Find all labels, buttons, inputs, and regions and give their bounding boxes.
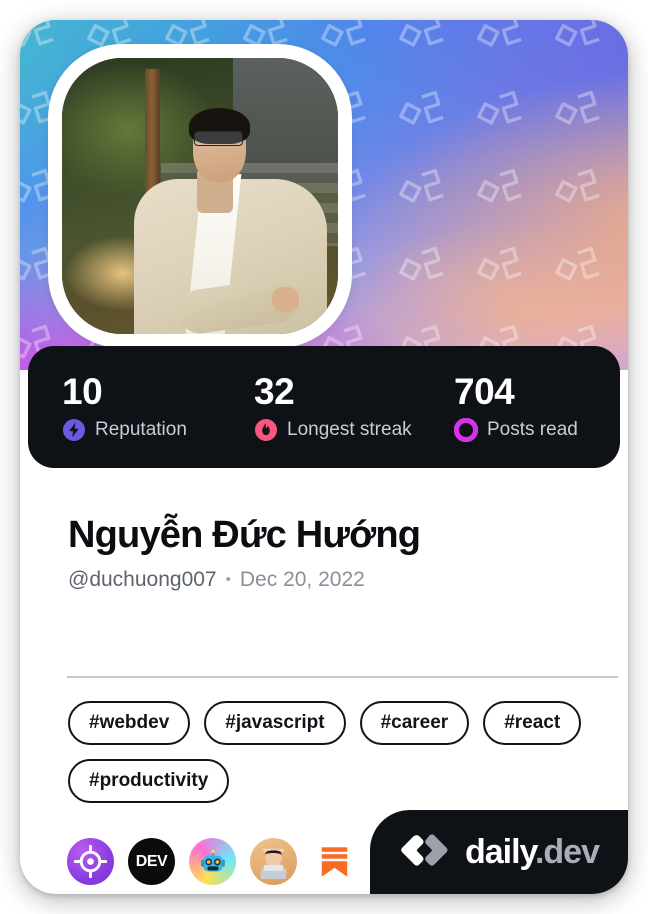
tag-react[interactable]: #react: [483, 701, 582, 745]
badge-dev-label: DEV: [135, 852, 168, 870]
devcard: 10 Reputation 32 Longest streak 704 Post…: [20, 20, 628, 894]
stat-posts-read: 704 Posts read: [454, 373, 578, 442]
badge-target-icon[interactable]: [67, 838, 114, 885]
divider: [67, 676, 618, 678]
daily-dev-chevron-icon: [401, 834, 448, 866]
stat-reputation-label: Reputation: [95, 419, 187, 440]
badge-robot-icon[interactable]: [189, 838, 236, 885]
profile-join-date: Dec 20, 2022: [239, 567, 365, 591]
tag-productivity[interactable]: #productivity: [68, 759, 230, 803]
stat-posts-read-label-row: Posts read: [454, 417, 578, 442]
tag-javascript[interactable]: #javascript: [204, 701, 346, 745]
stat-posts-read-label: Posts read: [487, 419, 578, 440]
svg-text:@duchuong: @duchuong: [263, 847, 284, 852]
cover-banner: [20, 20, 628, 370]
stat-longest-streak-label: Longest streak: [287, 419, 412, 440]
meta-separator: •: [225, 571, 231, 589]
stat-reputation-value: 10: [62, 370, 103, 412]
daily-dev-logo: daily.dev: [370, 810, 628, 894]
stat-longest-streak-label-row: Longest streak: [254, 418, 454, 442]
tag-career[interactable]: #career: [359, 701, 470, 745]
tag-list: #webdev #javascript #career #react #prod…: [68, 701, 613, 803]
stats-bar: 10 Reputation 32 Longest streak 704 Post…: [28, 346, 620, 468]
avatar: [48, 44, 352, 348]
stat-longest-streak-value: 32: [254, 370, 295, 412]
identity-block: Nguyễn Đức Hướng @duchuong007 • Dec 20, …: [68, 514, 588, 592]
daily-dev-wordmark: daily.dev: [464, 833, 600, 871]
stat-reputation-label-row: Reputation: [62, 418, 254, 442]
avatar-image: [62, 58, 338, 334]
tag-webdev[interactable]: #webdev: [68, 701, 191, 745]
profile-handle: @duchuong007: [68, 567, 217, 591]
profile-meta: @duchuong007 • Dec 20, 2022: [68, 568, 588, 592]
badge-person-icon[interactable]: @duchuong: [250, 838, 297, 885]
badge-dev-icon[interactable]: DEV: [128, 838, 175, 885]
stat-reputation: 10 Reputation: [62, 373, 254, 442]
posts-read-ring-icon: [454, 417, 478, 442]
logo-word-dev: .dev: [534, 833, 600, 871]
stat-longest-streak: 32 Longest streak: [254, 373, 454, 442]
badge-list: DEV @duchuong: [67, 838, 358, 885]
stat-posts-read-value: 704: [454, 370, 515, 412]
reputation-bolt-icon: [63, 418, 85, 441]
profile-name: Nguyễn Đức Hướng: [68, 514, 421, 556]
badge-bookmark-icon[interactable]: [311, 838, 358, 885]
streak-flame-icon: [255, 418, 277, 441]
logo-word-daily: daily: [464, 833, 536, 871]
